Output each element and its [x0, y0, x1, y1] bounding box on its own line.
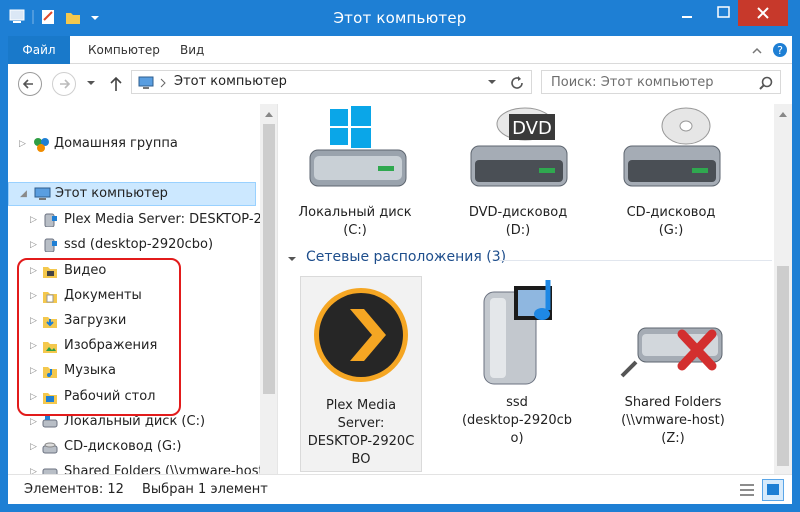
network-tile-plex[interactable]: Plex Media Server: DESKTOP-2920C BO — [300, 276, 422, 472]
dvd-badge: DVD — [512, 118, 552, 139]
nav-item-homegroup[interactable]: ▷ Домашняя группа — [8, 132, 258, 156]
dvd-drive-icon: DVD — [470, 107, 568, 187]
address-bar[interactable]: Этот компьютер — [131, 70, 532, 94]
windows-drive-icon — [309, 106, 407, 187]
expand-arrow-icon[interactable]: ▷ — [19, 132, 26, 156]
large-icons-view-button[interactable] — [762, 479, 784, 501]
network-tile-ssd[interactable]: ssd (desktop-2920cb o) — [456, 276, 578, 448]
selection-count: Выбран 1 элемент — [142, 482, 268, 497]
address-path: Этот компьютер — [174, 74, 287, 89]
title-bar[interactable]: Этот компьютер — [0, 0, 800, 36]
expand-arrow-icon[interactable]: ▷ — [30, 233, 37, 257]
maximize-button[interactable] — [710, 0, 738, 26]
cd-drive-icon — [623, 107, 721, 187]
arrow-up-icon[interactable] — [108, 75, 124, 93]
nav-item-cd-drive[interactable]: ▷ CD-дисковод (G:) — [8, 435, 258, 459]
close-button[interactable] — [738, 0, 788, 26]
nav-scrollbar[interactable] — [260, 104, 277, 474]
help-icon[interactable]: ? — [772, 42, 788, 58]
computer-icon — [34, 187, 51, 200]
status-bar: Элементов: 12 Выбран 1 элемент — [8, 474, 792, 504]
network-tile-shared-folders[interactable]: Shared Folders (\\vmware-host) (Z:) — [612, 276, 734, 448]
network-drive-icon — [42, 468, 58, 474]
group-divider — [498, 260, 772, 261]
recent-locations-icon[interactable] — [86, 80, 96, 88]
media-server-icon — [44, 213, 57, 227]
address-dropdown-icon[interactable] — [487, 79, 497, 87]
svg-text:?: ? — [777, 44, 783, 57]
forward-button[interactable] — [52, 72, 76, 96]
content-pane[interactable]: Локальный диск (C:) DVD DVD-дисковод (D:… — [278, 104, 792, 474]
collapse-arrow-icon[interactable]: ◢ — [20, 182, 27, 206]
plex-icon — [314, 288, 408, 382]
expand-arrow-icon[interactable]: ▷ — [30, 460, 37, 474]
disconnected-drive-icon — [620, 327, 723, 378]
group-collapse-icon[interactable] — [288, 253, 296, 267]
explorer-window: Этот компьютер Файл Компьютер Вид ? Этот… — [0, 0, 800, 511]
computer-icon — [138, 76, 154, 89]
device-tile-dvd-drive[interactable]: DVD DVD-дисковод (D:) — [459, 106, 577, 240]
media-server-icon — [44, 238, 57, 252]
chevron-right-icon[interactable] — [159, 78, 167, 88]
tab-computer[interactable]: Компьютер — [78, 36, 170, 64]
large-icons-view-icon — [767, 484, 779, 495]
details-view-button[interactable] — [738, 481, 756, 499]
annotation-highlight — [17, 258, 181, 416]
minimize-button[interactable] — [664, 0, 710, 26]
search-placeholder: Поиск: Этот компьютер — [551, 75, 714, 90]
item-count: Элементов: 12 — [24, 482, 124, 497]
minimize-icon — [682, 16, 692, 18]
nav-item-shared-folders[interactable]: ▷ Shared Folders (\\vmware-host) — [8, 460, 269, 474]
scroll-up-icon[interactable] — [264, 110, 274, 118]
close-icon — [757, 7, 769, 19]
expand-arrow-icon[interactable]: ▷ — [30, 208, 37, 232]
arrow-right-icon — [60, 79, 71, 89]
tab-view[interactable]: Вид — [170, 36, 214, 64]
tab-file[interactable]: Файл — [8, 36, 70, 64]
cd-drive-icon — [42, 442, 58, 454]
device-tile-cd-drive[interactable]: CD-дисковод (G:) — [612, 106, 730, 240]
content-scroll-thumb[interactable] — [777, 266, 789, 466]
expand-ribbon-icon[interactable] — [750, 44, 764, 58]
nav-item-ssd[interactable]: ▷ ssd (desktop-2920cbo) — [8, 233, 258, 257]
details-view-icon — [740, 484, 754, 496]
hard-drive-icon — [42, 416, 58, 428]
arrow-left-icon — [22, 79, 33, 89]
refresh-icon[interactable] — [508, 74, 526, 92]
nav-item-this-pc[interactable]: ◢ Этот компьютер — [8, 182, 256, 206]
expand-arrow-icon[interactable]: ▷ — [30, 435, 37, 459]
nav-scroll-thumb[interactable] — [263, 124, 275, 394]
group-header-network[interactable]: Сетевые расположения (3) — [306, 249, 506, 265]
search-icon[interactable] — [758, 75, 774, 91]
back-button[interactable] — [18, 72, 42, 96]
homegroup-icon — [34, 138, 49, 152]
maximize-icon — [717, 6, 730, 18]
search-input[interactable]: Поиск: Этот компьютер — [541, 70, 781, 94]
scroll-up-icon[interactable] — [778, 110, 788, 118]
nav-item-plex-server[interactable]: ▷ Plex Media Server: DESKTOP-2920 — [8, 208, 277, 232]
content-scrollbar[interactable] — [774, 104, 792, 474]
ribbon: Файл Компьютер Вид ? — [8, 36, 792, 64]
device-tile-local-disk[interactable]: Локальный диск (C:) — [296, 106, 414, 240]
media-server-icon — [483, 280, 552, 385]
